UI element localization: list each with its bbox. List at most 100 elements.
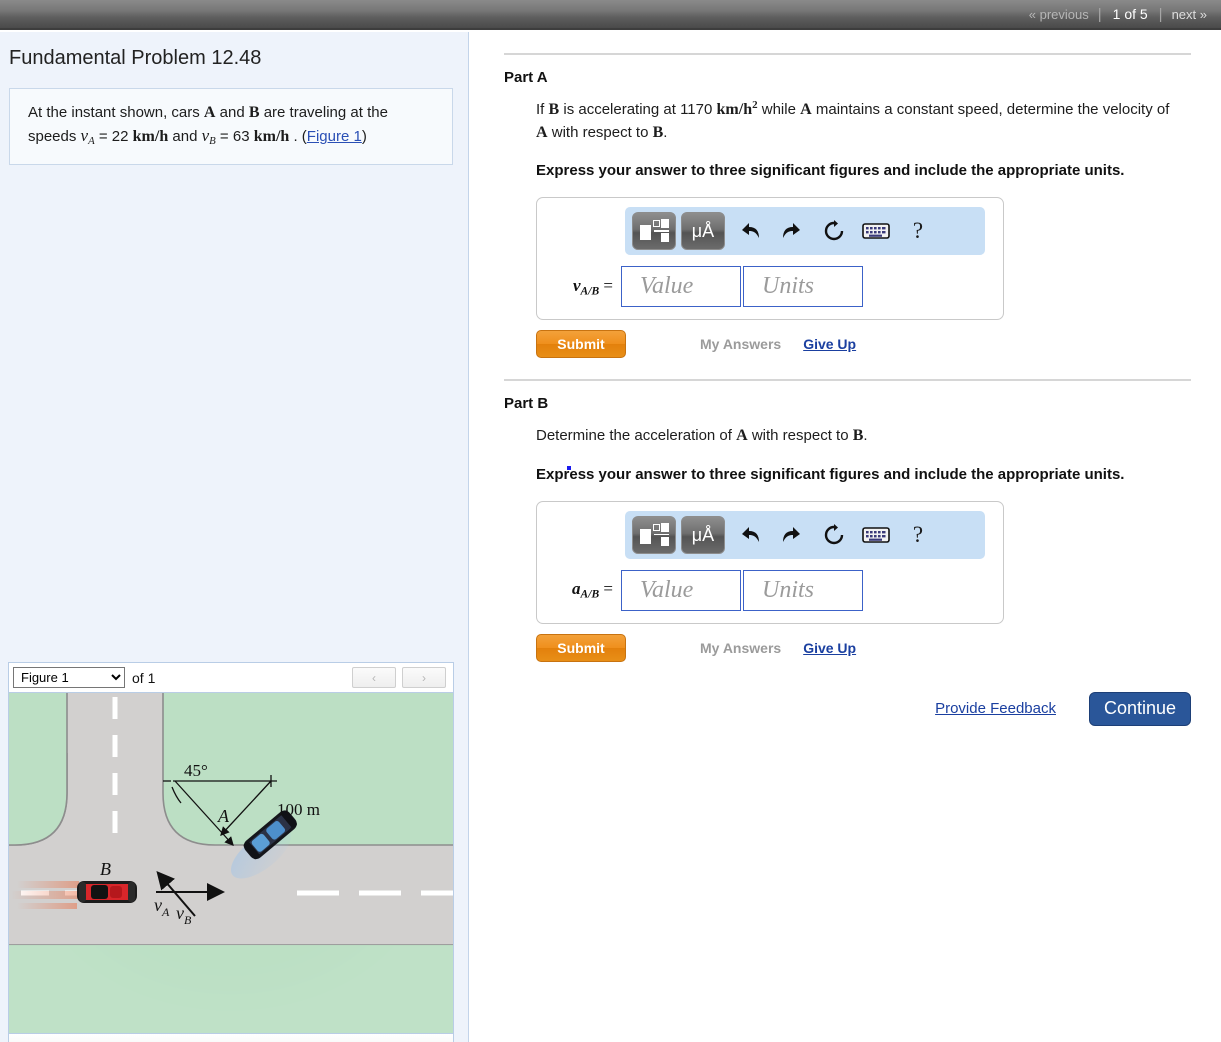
main-content: Part A If B is accelerating at 1170 km/h… [470, 32, 1221, 726]
pa-ans-eq: = [599, 276, 613, 296]
stmt-car-a: A [203, 104, 216, 121]
figure-count-label: of 1 [132, 669, 156, 686]
figure-prev-button[interactable]: ‹ [352, 667, 396, 688]
top-navigation-bar: « previous | 1 of 5 | next » [0, 0, 1221, 30]
part-a-units-input[interactable] [743, 266, 863, 308]
part-b-body: Determine the acceleration of A with res… [536, 424, 1176, 662]
part-a-note: Express your answer to three significant… [536, 162, 1125, 180]
radius-label: 100 m [277, 800, 320, 819]
redo-glyph [783, 223, 800, 239]
va-subscript: A [88, 135, 95, 148]
problem-statement-box: At the instant shown, cars A and B are t… [9, 88, 453, 165]
template-icon[interactable] [632, 515, 676, 554]
figure-1-link[interactable]: Figure 1 [307, 128, 362, 145]
undo-icon[interactable] [730, 516, 770, 554]
stmt-pre: At the instant shown, cars [28, 104, 204, 121]
part-a-button-row: Submit My Answers Give Up [536, 330, 1176, 359]
angle-label: 45° [184, 761, 208, 780]
help-icon[interactable]: ? [898, 212, 938, 250]
page-counter: 1 of 5 [1112, 6, 1148, 22]
part-b-units-input[interactable] [743, 569, 863, 611]
pa-q-a2: A [536, 124, 548, 142]
part-a-answer-row: vA/B = [547, 266, 993, 308]
car-b [77, 881, 137, 903]
template-icon[interactable] [632, 212, 676, 251]
reset-icon[interactable] [814, 516, 854, 554]
next-link[interactable]: next » [1163, 7, 1213, 22]
part-b-submit-button[interactable]: Submit [536, 633, 626, 662]
keyboard-icon[interactable] [856, 516, 896, 554]
template-glyph [640, 522, 669, 548]
units-glyph: μÅ [691, 221, 715, 242]
figure-svg: 45° 100 m A B vA vB [9, 693, 453, 1033]
car-a-label: A [217, 806, 230, 826]
part-a-my-answers-link[interactable]: My Answers [700, 336, 781, 352]
part-a-heading: Part A [504, 69, 548, 86]
redo-icon[interactable] [772, 516, 812, 554]
keyboard-glyph [862, 223, 890, 240]
part-b-value-input[interactable] [621, 569, 741, 611]
redo-icon[interactable] [772, 212, 812, 250]
pb-q-a: A [736, 427, 748, 445]
pa-q-pre: If [536, 101, 549, 118]
pa-q-b2: B [652, 124, 664, 142]
divider-part-a [504, 53, 1191, 55]
vb-unit: km/h [253, 128, 290, 146]
part-a-answer-box: μÅ ? vA/B = Value Units [536, 197, 1004, 321]
previous-link[interactable]: « previous [1020, 7, 1098, 22]
pb-q-pre: Determine the acceleration of [536, 427, 737, 445]
page-root: « previous | 1 of 5 | next » Fundamental… [0, 0, 1221, 1042]
pa-q-unit: km/h [716, 101, 753, 118]
grass-wedge-left [9, 693, 67, 845]
part-b-equation-toolbar: μÅ ? [625, 510, 985, 559]
va-symbol: v [80, 126, 89, 146]
divider-part-b [504, 379, 1191, 382]
pa-ans-sym: v [572, 276, 581, 296]
part-b-question: Determine the acceleration of A with res… [536, 424, 1176, 447]
pa-q-b: B [548, 101, 560, 118]
figure-next-button[interactable]: › [402, 667, 446, 688]
figure-footer-strip [9, 1034, 453, 1042]
pa-q-mid: is accelerating at 1170 [559, 101, 717, 118]
left-panel: Fundamental Problem 12.48 At the instant… [0, 32, 469, 1042]
pa-q-a: A [800, 101, 812, 118]
provide-feedback-link[interactable]: Provide Feedback [935, 700, 1056, 717]
template-glyph [640, 218, 669, 244]
stmt-and: and [215, 104, 249, 121]
part-b-button-row: Submit My Answers Give Up [536, 633, 1176, 662]
part-a-give-up-link[interactable]: Give Up [803, 336, 856, 352]
reset-glyph [824, 523, 844, 544]
pb-ans-sym: a [572, 579, 581, 599]
continue-button[interactable]: Continue [1089, 691, 1191, 726]
keyboard-icon[interactable] [856, 212, 896, 250]
pa-ans-sub: A/B [580, 284, 600, 298]
figure-widget: Figure 1 of 1 ‹ › 45° 100 m A B vA vB [8, 662, 454, 1042]
car-b-label: B [100, 859, 111, 879]
figure-toolbar: Figure 1 of 1 ‹ › [9, 663, 453, 693]
keyboard-glyph [862, 526, 890, 543]
part-b-give-up-link[interactable]: Give Up [803, 640, 856, 656]
units-icon[interactable]: μÅ [681, 212, 725, 251]
figure-select[interactable]: Figure 1 [13, 667, 125, 688]
part-a-submit-button[interactable]: Submit [536, 330, 626, 359]
part-a-value-input[interactable] [621, 266, 741, 308]
problem-statement-text: At the instant shown, cars A and B are t… [28, 101, 437, 150]
pa-q-mid2: while [757, 101, 801, 118]
reset-glyph [824, 220, 844, 241]
page-title: Fundamental Problem 12.48 [9, 47, 262, 69]
undo-glyph [742, 223, 759, 239]
grass-bottom [9, 945, 453, 1033]
pa-q-tail2: with respect to [547, 124, 653, 142]
help-icon[interactable]: ? [898, 516, 938, 554]
part-b-answer-box: μÅ ? aA/B = Value Units [536, 500, 1004, 624]
reset-icon[interactable] [814, 212, 854, 250]
part-b-my-answers-link[interactable]: My Answers [700, 640, 781, 656]
pa-q-period: . [663, 124, 668, 142]
stmt-close: ) [361, 128, 367, 146]
part-b-note: Express your answer to three significant… [536, 465, 1125, 483]
units-glyph: μÅ [691, 524, 715, 545]
units-icon[interactable]: μÅ [681, 515, 725, 554]
vb-subscript: B [209, 135, 216, 148]
undo-icon[interactable] [730, 212, 770, 250]
pb-ans-sub: A/B [580, 587, 600, 601]
